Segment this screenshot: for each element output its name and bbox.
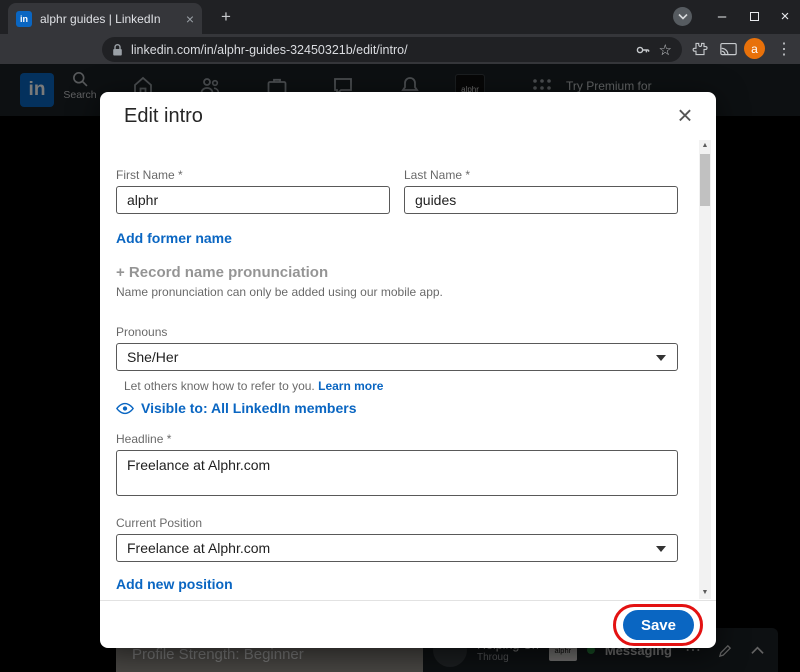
window-maximize-button[interactable] xyxy=(738,0,770,32)
first-name-field[interactable] xyxy=(116,186,390,214)
modal-body: First Name * Last Name * Add former name… xyxy=(116,140,678,600)
browser-tab[interactable]: in alphr guides | LinkedIn × xyxy=(8,3,202,34)
url-text[interactable]: linkedin.com/in/alphr-guides-32450321b/e… xyxy=(131,43,627,57)
modal-close-icon[interactable]: × xyxy=(670,100,700,130)
pronouns-label: Pronouns xyxy=(116,325,168,339)
lock-icon xyxy=(112,43,123,57)
last-name-field[interactable] xyxy=(404,186,678,214)
modal-footer: Save xyxy=(100,600,716,648)
chevron-down-icon xyxy=(656,546,666,552)
headline-label: Headline * xyxy=(116,432,172,446)
edit-intro-modal: Edit intro × First Name * Last Name * Ad… xyxy=(100,92,716,648)
extensions-puzzle-icon[interactable] xyxy=(688,37,712,61)
current-position-label: Current Position xyxy=(116,516,203,530)
browser-profile-avatar[interactable]: a xyxy=(744,38,765,59)
scrollbar-thumb[interactable] xyxy=(700,154,710,206)
new-tab-button[interactable]: + xyxy=(214,7,238,29)
learn-more-link[interactable]: Learn more xyxy=(318,379,383,393)
visibility-setting[interactable]: Visible to: All LinkedIn members xyxy=(116,400,678,416)
cast-icon[interactable] xyxy=(716,37,740,61)
modal-title: Edit intro xyxy=(124,105,203,127)
add-former-name-link[interactable]: Add former name xyxy=(116,230,232,246)
pronunciation-note: Name pronunciation can only be added usi… xyxy=(116,285,443,299)
tab-title: alphr guides | LinkedIn xyxy=(40,11,161,26)
browser-menu-icon[interactable]: ⋮ xyxy=(772,37,796,61)
bookmark-star-icon[interactable]: ☆ xyxy=(659,41,672,59)
address-bar[interactable]: linkedin.com/in/alphr-guides-32450321b/e… xyxy=(102,37,682,62)
modal-scrollbar[interactable]: ▲ ▼ xyxy=(699,140,711,599)
tab-close-icon[interactable]: × xyxy=(186,12,194,26)
current-position-select[interactable]: Freelance at Alphr.com xyxy=(116,534,678,562)
browser-titlebar: in alphr guides | LinkedIn × + – × xyxy=(0,0,800,34)
chevron-down-icon xyxy=(656,355,666,361)
scroll-down-icon[interactable]: ▼ xyxy=(699,587,711,599)
current-position-value: Freelance at Alphr.com xyxy=(127,540,271,556)
pronouns-help-text: Let others know how to refer to you. xyxy=(124,379,319,393)
headline-field[interactable]: Freelance at Alphr.com xyxy=(116,450,678,496)
browser-window: in alphr guides | LinkedIn × + – × ← → ↻… xyxy=(0,0,800,672)
record-pronunciation-button[interactable]: + Record name pronunciation xyxy=(116,264,678,281)
linkedin-favicon: in xyxy=(16,10,32,27)
scroll-up-icon[interactable]: ▲ xyxy=(699,140,711,152)
pronouns-help: Let others know how to refer to you. Lea… xyxy=(116,379,678,393)
first-name-label: First Name * xyxy=(116,168,183,182)
last-name-label: Last Name * xyxy=(404,168,471,182)
save-button[interactable]: Save xyxy=(622,610,694,640)
add-new-position-link[interactable]: Add new position xyxy=(116,576,233,592)
page-viewport: in Search alphr Try xyxy=(0,64,800,672)
window-close-button[interactable]: × xyxy=(770,0,800,32)
eye-icon xyxy=(116,402,134,414)
pronouns-select[interactable]: She/Her xyxy=(116,343,678,371)
pronouns-value: She/Her xyxy=(127,349,179,365)
window-minimize-button[interactable]: – xyxy=(706,0,738,32)
password-key-icon[interactable] xyxy=(635,42,651,58)
visibility-text: Visible to: All LinkedIn members xyxy=(141,400,357,416)
maximize-icon xyxy=(749,11,759,21)
circle-arrow-icon[interactable] xyxy=(673,7,692,26)
name-fields-row: First Name * Last Name * xyxy=(116,168,678,214)
